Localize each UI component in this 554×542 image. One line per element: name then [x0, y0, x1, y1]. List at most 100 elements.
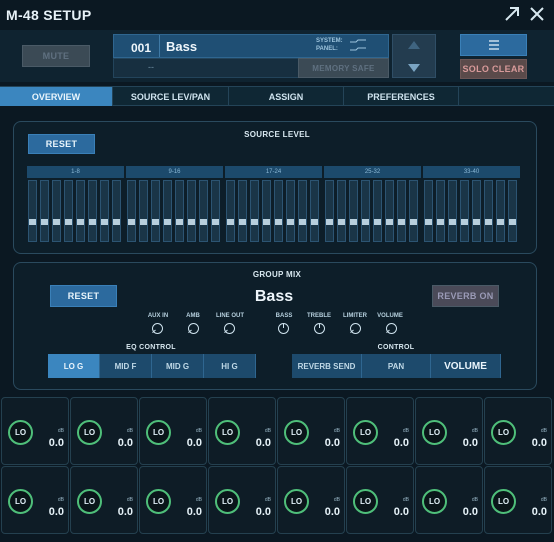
treble-knob[interactable] [314, 323, 325, 334]
channel-strip[interactable]: LO dB 0.0 [484, 466, 552, 534]
channel-knob[interactable]: LO [8, 489, 33, 514]
channel-strip[interactable]: LO dB 0.0 [139, 466, 207, 534]
channel-strip[interactable]: LO dB 0.0 [346, 466, 414, 534]
solo-clear-button[interactable]: SOLO CLEAR [460, 59, 527, 79]
channel-knob[interactable]: LO [284, 489, 309, 514]
eq-mid-f-button[interactable]: MID F [100, 354, 152, 378]
channel-knob[interactable]: LO [284, 420, 309, 445]
source-fader[interactable] [211, 180, 220, 242]
memory-safe-button[interactable]: MEMORY SAFE [298, 58, 389, 78]
channel-knob[interactable]: LO [353, 420, 378, 445]
channel-strip[interactable]: LO dB 0.0 [1, 466, 69, 534]
eq-lo-g-button[interactable]: LO G [48, 354, 100, 378]
source-fader[interactable] [496, 180, 505, 242]
source-fader[interactable] [40, 180, 49, 242]
channel-knob[interactable]: LO [353, 489, 378, 514]
menu-button[interactable] [460, 34, 527, 56]
channel-knob[interactable]: LO [491, 420, 516, 445]
channel-knob[interactable]: LO [8, 420, 33, 445]
source-fader[interactable] [139, 180, 148, 242]
source-fader[interactable] [298, 180, 307, 242]
source-fader[interactable] [325, 180, 334, 242]
tab-assign[interactable]: ASSIGN [229, 87, 344, 106]
source-fader[interactable] [151, 180, 160, 242]
tab-source-lev-pan[interactable]: SOURCE LEV/PAN [113, 87, 229, 106]
source-fader[interactable] [88, 180, 97, 242]
source-fader[interactable] [112, 180, 121, 242]
source-fader[interactable] [199, 180, 208, 242]
channel-strip[interactable]: LO dB 0.0 [277, 466, 345, 534]
source-fader[interactable] [448, 180, 457, 242]
source-fader[interactable] [187, 180, 196, 242]
channel-strip[interactable]: LO dB 0.0 [70, 466, 138, 534]
channel-strip[interactable]: LO dB 0.0 [139, 397, 207, 465]
source-fader[interactable] [361, 180, 370, 242]
source-fader[interactable] [127, 180, 136, 242]
source-fader[interactable] [460, 180, 469, 242]
mute-button[interactable]: MUTE [22, 45, 90, 67]
channel-strip[interactable]: LO dB 0.0 [1, 397, 69, 465]
channel-strip[interactable]: LO dB 0.0 [70, 397, 138, 465]
patch-display[interactable]: 001 Bass SYSTEM: PANEL: [113, 34, 389, 58]
source-fader[interactable] [64, 180, 73, 242]
source-fader[interactable] [28, 180, 37, 242]
channel-strip[interactable]: LO dB 0.0 [415, 466, 483, 534]
tab-overview[interactable]: OVERVIEW [0, 87, 113, 106]
source-fader[interactable] [337, 180, 346, 242]
tab-preferences[interactable]: PREFERENCES [344, 87, 459, 106]
limiter-knob[interactable] [350, 323, 361, 334]
volume-knob[interactable] [386, 323, 397, 334]
channel-strip[interactable]: LO dB 0.0 [346, 397, 414, 465]
channel-strip[interactable]: LO dB 0.0 [208, 466, 276, 534]
amb-knob[interactable] [188, 323, 199, 334]
channel-knob[interactable]: LO [77, 420, 102, 445]
channel-knob[interactable]: LO [422, 489, 447, 514]
channel-knob[interactable]: LO [215, 489, 240, 514]
source-fader[interactable] [226, 180, 235, 242]
source-fader[interactable] [310, 180, 319, 242]
channel-strip[interactable]: LO dB 0.0 [208, 397, 276, 465]
source-fader[interactable] [373, 180, 382, 242]
source-fader[interactable] [472, 180, 481, 242]
source-fader[interactable] [250, 180, 259, 242]
reverb-send-button[interactable]: REVERB SEND [292, 354, 362, 378]
source-fader[interactable] [484, 180, 493, 242]
reverb-on-button[interactable]: REVERB ON [432, 285, 499, 307]
up-arrow-icon[interactable] [408, 41, 420, 49]
channel-knob[interactable]: LO [491, 489, 516, 514]
channel-strip[interactable]: LO dB 0.0 [277, 397, 345, 465]
source-fader[interactable] [76, 180, 85, 242]
close-icon[interactable] [527, 4, 547, 24]
source-fader[interactable] [262, 180, 271, 242]
line-out-knob[interactable] [224, 323, 235, 334]
source-fader[interactable] [397, 180, 406, 242]
expand-icon[interactable] [502, 4, 522, 24]
channel-knob[interactable]: LO [146, 420, 171, 445]
source-fader[interactable] [508, 180, 517, 242]
source-fader[interactable] [175, 180, 184, 242]
eq-mid-g-button[interactable]: MID G [152, 354, 204, 378]
source-fader[interactable] [409, 180, 418, 242]
source-fader[interactable] [100, 180, 109, 242]
down-arrow-icon[interactable] [408, 64, 420, 72]
channel-strip[interactable]: LO dB 0.0 [484, 397, 552, 465]
aux-in-knob[interactable] [152, 323, 163, 334]
channel-knob[interactable]: LO [77, 489, 102, 514]
channel-knob[interactable]: LO [422, 420, 447, 445]
source-fader[interactable] [238, 180, 247, 242]
source-fader[interactable] [52, 180, 61, 242]
channel-knob[interactable]: LO [146, 489, 171, 514]
source-fader[interactable] [349, 180, 358, 242]
volume-button[interactable]: VOLUME [431, 354, 501, 378]
channel-strip[interactable]: LO dB 0.0 [415, 397, 483, 465]
bass-knob[interactable] [278, 323, 289, 334]
pan-button[interactable]: PAN [362, 354, 431, 378]
channel-knob[interactable]: LO [215, 420, 240, 445]
source-fader[interactable] [286, 180, 295, 242]
source-fader[interactable] [163, 180, 172, 242]
source-fader[interactable] [424, 180, 433, 242]
eq-hi-g-button[interactable]: HI G [204, 354, 256, 378]
source-fader[interactable] [274, 180, 283, 242]
source-fader[interactable] [385, 180, 394, 242]
source-fader[interactable] [436, 180, 445, 242]
